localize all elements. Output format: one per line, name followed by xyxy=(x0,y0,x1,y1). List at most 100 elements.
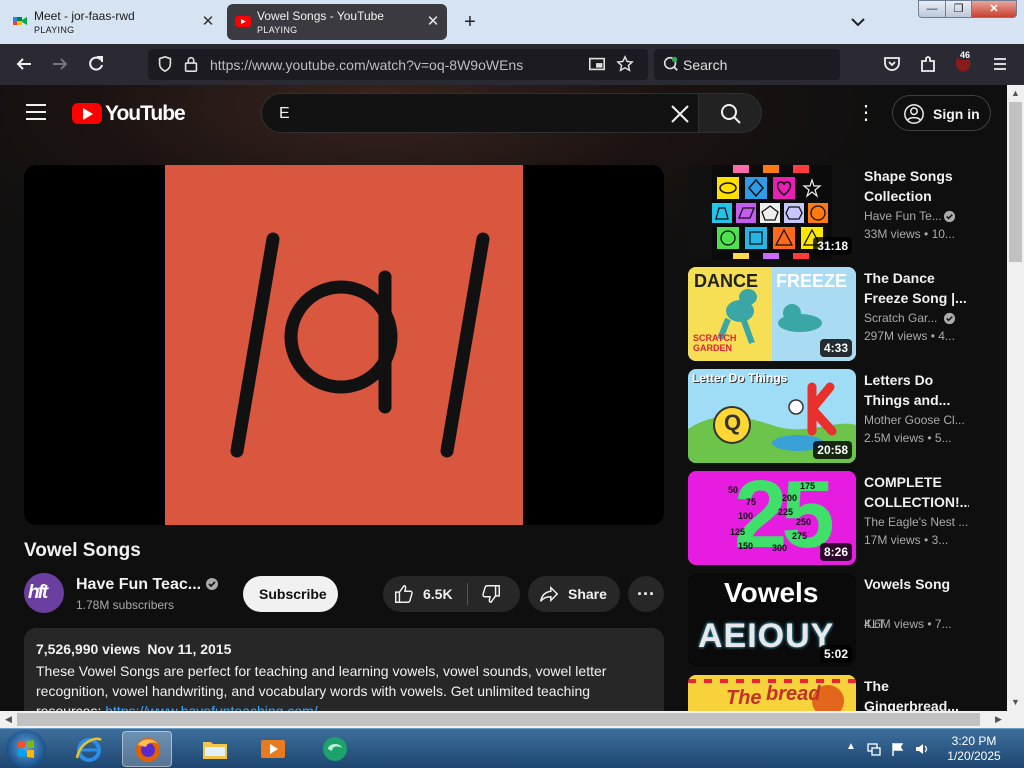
thumbs-down-icon[interactable] xyxy=(480,583,502,605)
taskbar-clock[interactable]: 3:20 PM 1/20/2025 xyxy=(944,734,1004,764)
action-center-flag-icon[interactable] xyxy=(890,741,906,757)
title-line: Things and... xyxy=(864,392,951,408)
extensions-puzzle-icon[interactable] xyxy=(918,54,938,74)
thumb-number: 150 xyxy=(738,541,754,551)
clear-search-icon[interactable] xyxy=(668,102,692,126)
video-thumbnail[interactable]: Vowels AEIOUY 5:02 xyxy=(688,573,856,667)
video-title[interactable]: The Dance Freeze Song |... xyxy=(864,268,969,308)
video-thumbnail[interactable]: 25 50 75 100 125 150 175 200 225 250 275… xyxy=(688,471,856,565)
browser-tab-strip: Meet - jor-faas-rwd PLAYING ✕ Vowel Song… xyxy=(0,0,1024,44)
taskbar-file-explorer[interactable] xyxy=(190,731,240,767)
video-title: Vowel Songs xyxy=(24,540,141,561)
video-thumbnail[interactable]: The bread xyxy=(688,675,856,711)
scroll-up-icon[interactable]: ▲ xyxy=(1007,85,1024,102)
views: 17M views xyxy=(864,533,921,547)
video-stats: 17M views • 3... xyxy=(864,533,949,547)
search-button[interactable] xyxy=(698,93,762,133)
title-line: The xyxy=(864,678,889,694)
verified-badge-icon xyxy=(943,210,956,223)
channel-name[interactable]: Have Fun Te... xyxy=(864,209,942,223)
recommended-video[interactable]: 31:18 Shape Songs Collection Have Fun Te… xyxy=(688,165,1007,259)
network-icon[interactable] xyxy=(866,741,882,757)
like-count[interactable]: 6.5K xyxy=(423,586,453,602)
description-box[interactable]: 7,526,990 views Nov 11, 2015 These Vowel … xyxy=(24,628,664,711)
video-thumbnail[interactable]: DANCE FREEZE SCRATCH GARDEN 4:33 xyxy=(688,267,856,361)
recommended-video[interactable]: Letter Do Things Q K 20:58 Letters Do Th… xyxy=(688,369,1007,463)
pocket-icon[interactable] xyxy=(882,54,902,74)
thumb-number: 75 xyxy=(746,497,757,507)
channel-name[interactable]: Have Fun Teac... xyxy=(76,576,201,594)
new-tab-icon[interactable]: + xyxy=(460,12,480,32)
tab-meet[interactable]: Meet - jor-faas-rwd PLAYING ✕ xyxy=(4,4,222,40)
show-hidden-icons-icon[interactable]: ▲ xyxy=(846,741,856,752)
maximize-button[interactable]: ❐ xyxy=(945,0,972,18)
recommended-video[interactable]: 25 50 75 100 125 150 175 200 225 250 275… xyxy=(688,471,1007,565)
thumb-number: 300 xyxy=(772,543,788,553)
back-arrow-icon[interactable] xyxy=(14,54,34,74)
video-stats: 297M views • 4... xyxy=(864,329,955,343)
recommended-video[interactable]: DANCE FREEZE SCRATCH GARDEN 4:33 The Dan… xyxy=(688,267,1007,361)
picture-in-picture-icon[interactable] xyxy=(588,55,606,73)
age: 5... xyxy=(934,431,952,445)
video-thumbnail[interactable]: Letter Do Things Q K 20:58 xyxy=(688,369,856,463)
guide-menu-icon[interactable] xyxy=(26,104,46,120)
scrollbar-thumb[interactable] xyxy=(17,713,980,726)
youtube-search-input[interactable]: E xyxy=(261,93,699,133)
reload-icon[interactable] xyxy=(86,54,106,74)
video-title[interactable]: Shape Songs Collection xyxy=(864,166,969,206)
channel-name[interactable]: The Eagle's Nest ... xyxy=(864,515,968,529)
folder-icon xyxy=(203,742,227,759)
lock-icon[interactable] xyxy=(182,55,200,73)
tab-audio-status: PLAYING xyxy=(34,25,75,35)
thumbs-up-icon[interactable] xyxy=(393,583,415,605)
description-link[interactable]: https://www.havefunteaching.com/ xyxy=(105,703,317,711)
tab-youtube[interactable]: Vowel Songs - YouTube PLAYING ✕ xyxy=(227,4,447,40)
close-tab-icon[interactable]: ✕ xyxy=(200,14,216,30)
scroll-left-icon[interactable]: ◀ xyxy=(0,711,17,728)
thumb-text-garden: GARDEN xyxy=(693,343,733,353)
channel-name[interactable]: Mother Goose Cl... xyxy=(864,413,968,427)
more-actions-button[interactable]: ··· xyxy=(628,576,664,612)
close-window-button[interactable]: ✕ xyxy=(971,0,1017,18)
forward-arrow-icon[interactable] xyxy=(50,54,70,74)
video-title[interactable]: Letters Do Things and... xyxy=(864,370,969,410)
minimize-button[interactable]: — xyxy=(918,0,946,18)
volume-icon[interactable] xyxy=(914,741,930,757)
taskbar-media-player[interactable] xyxy=(248,731,298,767)
sign-in-button[interactable]: Sign in xyxy=(892,95,991,131)
view-count: 7,526,990 views xyxy=(36,641,141,657)
video-player[interactable] xyxy=(24,165,664,525)
recommended-video[interactable]: The bread The Gingerbread... xyxy=(688,675,1007,711)
recommended-video[interactable]: Vowels AEIOUY 5:02 Vowels Song KLT 4.6M … xyxy=(688,573,1007,667)
hamburger-menu-icon[interactable] xyxy=(990,54,1010,74)
taskbar-firefox[interactable] xyxy=(122,731,172,767)
scroll-right-icon[interactable]: ▶ xyxy=(990,711,1007,728)
close-tab-icon[interactable]: ✕ xyxy=(425,14,441,30)
video-title[interactable]: The Gingerbread... xyxy=(864,676,969,711)
bookmark-star-icon[interactable] xyxy=(616,55,634,73)
video-thumbnail[interactable]: 31:18 xyxy=(688,165,856,259)
share-button[interactable]: Share xyxy=(528,576,620,612)
shield-icon[interactable] xyxy=(156,55,174,73)
channel-avatar[interactable]: hft xyxy=(24,573,64,613)
address-bar[interactable]: https://www.youtube.com/watch?v=oq-8W9oW… xyxy=(148,49,648,80)
chevron-down-icon[interactable] xyxy=(848,12,868,32)
subscribe-button[interactable]: Subscribe xyxy=(243,576,338,612)
taskbar-app[interactable] xyxy=(310,731,360,767)
vertical-scrollbar[interactable]: ▲ ▼ xyxy=(1007,85,1024,711)
video-title[interactable]: Vowels Song xyxy=(864,574,969,594)
media-player-icon xyxy=(261,740,285,758)
scrollbar-thumb[interactable] xyxy=(1009,102,1022,262)
scrollbar-corner xyxy=(1007,711,1024,728)
browser-search-field[interactable]: Search xyxy=(654,49,840,80)
more-horizontal-icon: ··· xyxy=(637,584,655,604)
taskbar-internet-explorer[interactable] xyxy=(64,731,114,767)
scroll-down-icon[interactable]: ▼ xyxy=(1007,694,1024,711)
settings-kebab-icon[interactable]: ⋮ xyxy=(856,101,876,125)
video-title[interactable]: COMPLETE COLLECTION!... xyxy=(864,472,969,512)
verified-badge-icon xyxy=(206,578,218,590)
channel-name[interactable]: Scratch Gar... xyxy=(864,311,942,325)
thumb-number: 200 xyxy=(782,493,798,503)
horizontal-scrollbar[interactable]: ◀ ▶ xyxy=(0,711,1007,728)
start-button[interactable] xyxy=(6,730,46,768)
